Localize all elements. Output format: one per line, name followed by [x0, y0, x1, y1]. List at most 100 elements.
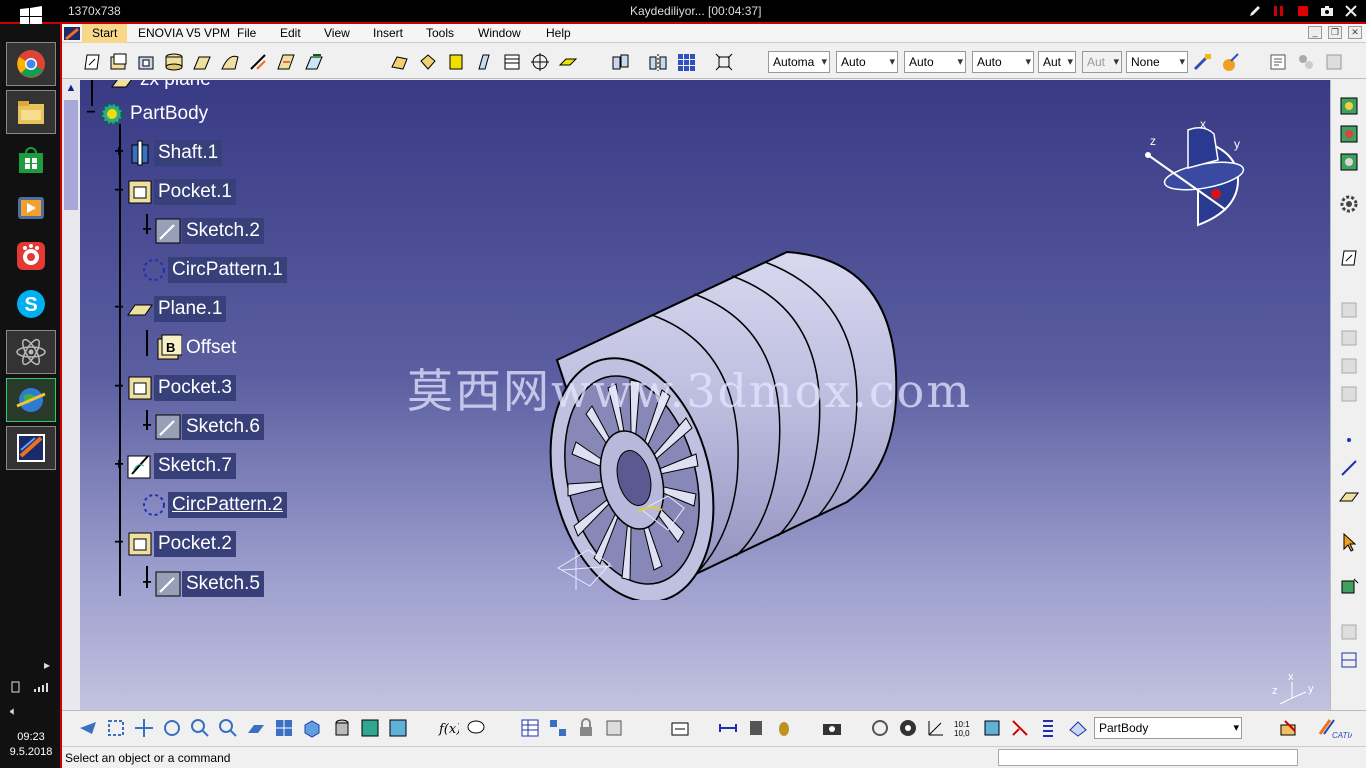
network-icon[interactable] — [10, 680, 52, 697]
collapse-icon[interactable]: − — [112, 379, 126, 395]
hole-icon[interactable] — [528, 50, 552, 74]
menu-edit[interactable]: Edit — [280, 26, 301, 40]
point-icon[interactable] — [1337, 428, 1361, 452]
constraint-icon[interactable] — [1008, 716, 1032, 740]
collapse-icon[interactable]: − — [112, 300, 126, 316]
sketch-tool-icon[interactable] — [1337, 246, 1361, 270]
assembly-design-icon[interactable] — [1337, 150, 1361, 174]
update-icon[interactable] — [668, 716, 692, 740]
scale-icon[interactable] — [712, 50, 736, 74]
thickness-icon[interactable] — [472, 50, 496, 74]
apply-material-icon[interactable] — [1218, 50, 1242, 74]
expand-icon[interactable]: + — [140, 575, 154, 591]
expand-icon[interactable]: + — [112, 457, 126, 473]
close-icon[interactable] — [1344, 4, 1358, 18]
properties-icon[interactable] — [1266, 50, 1290, 74]
chamfer-icon[interactable] — [416, 50, 440, 74]
render-icon[interactable] — [868, 716, 892, 740]
taskbar-clock[interactable]: 09:23 9.5.2018 — [2, 730, 60, 760]
shell-icon[interactable] — [444, 50, 468, 74]
tree-node-sketch6[interactable]: + Sketch.6 — [140, 413, 264, 441]
atom-icon[interactable] — [6, 330, 56, 374]
minimize-button[interactable]: _ — [1308, 26, 1322, 39]
tree-node-pocket3[interactable]: − Pocket.3 — [112, 374, 236, 402]
menu-help[interactable]: Help — [546, 26, 571, 40]
taskbar-expand-icon[interactable]: ▸ — [44, 658, 50, 672]
solid-combine-icon[interactable] — [302, 50, 326, 74]
insert-body-icon[interactable] — [1337, 574, 1361, 598]
generative-shape-icon[interactable] — [1337, 122, 1361, 146]
chrome-icon[interactable] — [6, 42, 56, 86]
menu-insert[interactable]: Insert — [373, 26, 403, 40]
tree-node-circpattern1[interactable]: CircPattern.1 — [126, 256, 287, 284]
catalog-icon[interactable] — [1322, 50, 1346, 74]
layer-style-select[interactable]: Aut — [1082, 51, 1122, 73]
camera-icon[interactable] — [1320, 4, 1334, 18]
tree-node-shaft[interactable]: + Shaft.1 — [112, 139, 223, 167]
line-type-select[interactable]: Automa — [768, 51, 830, 73]
shaft-icon[interactable] — [162, 50, 186, 74]
tree-node-pocket1[interactable]: − Pocket.1 — [112, 178, 236, 206]
line-icon[interactable] — [1337, 456, 1361, 480]
measure-inertia-icon[interactable] — [772, 716, 796, 740]
pocket-icon[interactable] — [134, 50, 158, 74]
draft-icon[interactable] — [274, 50, 298, 74]
zoom-in-icon[interactable] — [188, 716, 212, 740]
menu-window[interactable]: Window — [478, 26, 521, 40]
stop-icon[interactable] — [1296, 4, 1310, 18]
transparency-select[interactable]: Auto — [972, 51, 1034, 73]
restore-button[interactable]: ❐ — [1328, 26, 1342, 39]
lock-icon[interactable] — [574, 716, 598, 740]
tree-scrollbar[interactable]: ▲ ▼ — [62, 80, 80, 730]
painter-icon[interactable] — [1190, 50, 1214, 74]
scroll-thumb[interactable] — [64, 100, 78, 210]
scroll-up-icon[interactable]: ▲ — [65, 82, 77, 94]
part-design-workbench-icon[interactable] — [1337, 94, 1361, 118]
analysis-icon[interactable] — [1337, 648, 1361, 672]
multi-view-icon[interactable] — [272, 716, 296, 740]
tree-node-sketch5[interactable]: + Sketch.5 — [140, 570, 264, 598]
rib-icon[interactable] — [190, 50, 214, 74]
pause-icon[interactable] — [1272, 4, 1286, 18]
point-style-select[interactable]: Aut — [1038, 51, 1076, 73]
swap-space-icon[interactable] — [386, 716, 410, 740]
fillet-icon[interactable] — [388, 50, 412, 74]
tree-node-sketch7[interactable]: + Sketch.7 — [112, 452, 236, 480]
scale-ratio-icon[interactable]: 10:1 10,0 — [952, 716, 976, 740]
select-arrow-icon[interactable] — [1337, 530, 1361, 554]
view-mode-icon[interactable] — [980, 716, 1004, 740]
3d-viewport[interactable]: ▲ ▼ zx plane − PartBody + Shaft.1 − P — [62, 80, 1330, 730]
fit-all-icon[interactable] — [104, 716, 128, 740]
iso-view-icon[interactable] — [300, 716, 324, 740]
mirror-icon[interactable] — [646, 50, 670, 74]
knowledge-icon[interactable] — [1294, 50, 1318, 74]
expand-icon[interactable]: + — [140, 418, 154, 434]
pan-icon[interactable] — [132, 716, 156, 740]
plane-tool-icon[interactable] — [1337, 484, 1361, 508]
command-input[interactable] — [998, 749, 1298, 766]
parameters-icon[interactable] — [602, 716, 626, 740]
skype-icon[interactable]: S — [6, 282, 56, 326]
media-player-icon[interactable] — [6, 186, 56, 230]
network-globe-icon[interactable] — [6, 378, 56, 422]
stiffener-icon[interactable] — [246, 50, 270, 74]
settings-gear-icon[interactable] — [1337, 192, 1361, 216]
axis-system-icon[interactable] — [924, 716, 948, 740]
catia-app-icon[interactable] — [64, 27, 80, 43]
store-icon[interactable] — [6, 138, 56, 182]
collapse-icon[interactable]: − — [112, 535, 126, 551]
layer-select[interactable]: None — [1126, 51, 1188, 73]
expand-icon[interactable]: + — [112, 144, 126, 160]
layer-filter-icon[interactable] — [1066, 716, 1090, 740]
menu-start[interactable]: Start — [82, 24, 128, 43]
color-select[interactable]: Auto — [904, 51, 966, 73]
tree-expand-icon[interactable] — [1036, 716, 1060, 740]
tree-node-partbody[interactable]: − PartBody — [84, 100, 212, 128]
menu-view[interactable]: View — [324, 26, 350, 40]
menu-tools[interactable]: Tools — [426, 26, 454, 40]
tree-node-pocket2[interactable]: − Pocket.2 — [112, 530, 236, 558]
collapse-icon[interactable]: − — [112, 183, 126, 199]
tree-node-zx-plane[interactable]: zx plane — [108, 80, 215, 94]
capture-icon[interactable] — [820, 716, 844, 740]
menu-file[interactable]: File — [237, 26, 256, 40]
